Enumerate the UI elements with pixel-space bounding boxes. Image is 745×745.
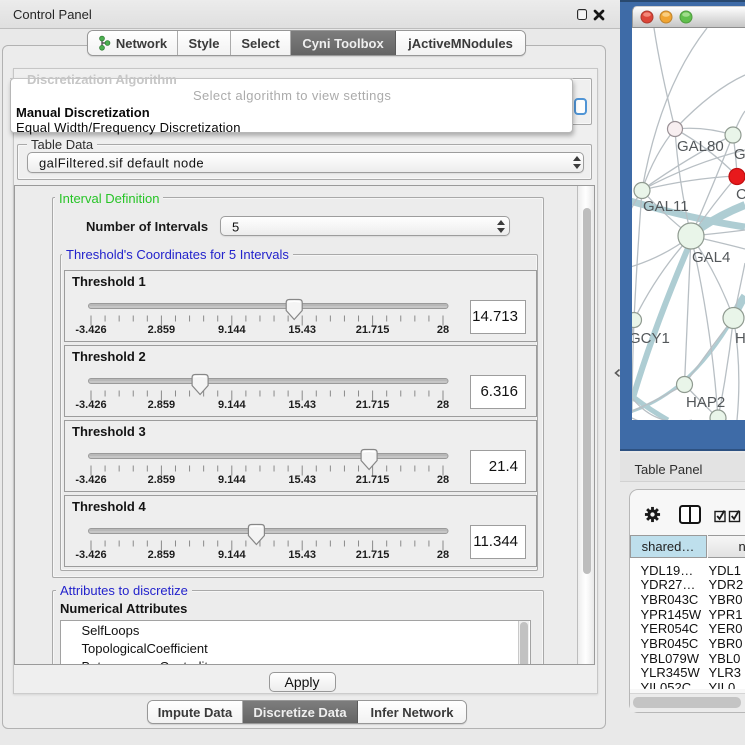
- svg-text:HAP2: HAP2: [686, 394, 725, 411]
- svg-text:GA: GA: [734, 146, 745, 163]
- svg-text:GAL11: GAL11: [643, 198, 689, 215]
- svg-text:GCY1: GCY1: [632, 330, 670, 347]
- svg-text:GAL4: GAL4: [692, 249, 730, 266]
- svg-text:H: H: [735, 330, 745, 347]
- svg-text:C: C: [736, 186, 745, 203]
- svg-text:GAL80: GAL80: [677, 138, 724, 155]
